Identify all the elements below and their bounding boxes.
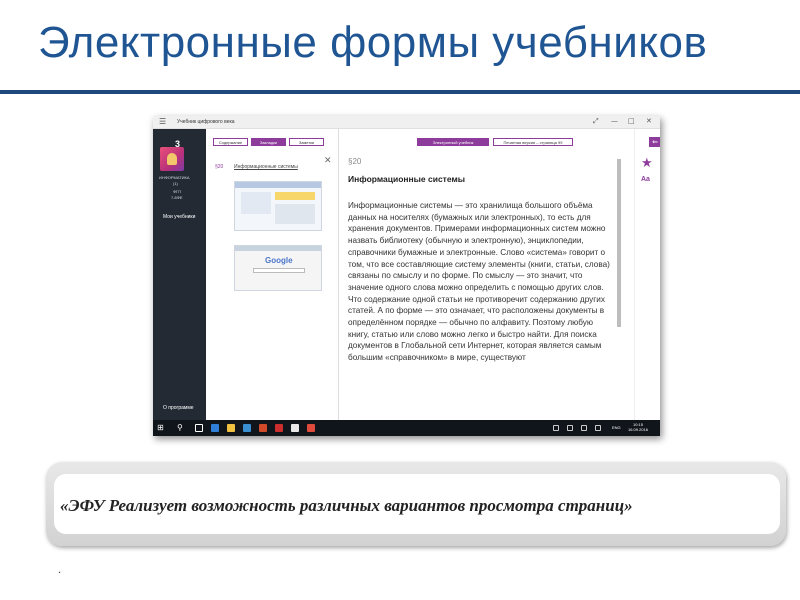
app-icon[interactable]: [291, 424, 299, 432]
paragraph-number: §20: [348, 157, 362, 166]
app-screenshot: ☰ Учебник цифрового века ⤢ — □ ✕ 3 ИНФОР…: [153, 116, 660, 436]
minimize-icon[interactable]: —: [611, 117, 618, 125]
bookmark-thumbnail-1[interactable]: [234, 181, 322, 231]
volume-icon[interactable]: [581, 425, 587, 431]
tray-icon[interactable]: [553, 425, 559, 431]
title-divider: [0, 90, 800, 94]
maximize-icon[interactable]: □: [628, 117, 635, 125]
hamburger-icon[interactable]: ☰: [159, 117, 166, 126]
paragraph-title: Информационные системы: [348, 174, 466, 184]
close-icon[interactable]: ✕: [646, 117, 652, 125]
caption-text: «ЭФУ Реализует возможность различных вар…: [60, 496, 633, 515]
info-label-1: ФГП: [173, 189, 182, 194]
task-view-icon[interactable]: [195, 424, 203, 432]
textbook-cover-image[interactable]: [160, 147, 184, 171]
notifications-icon[interactable]: [595, 425, 601, 431]
bookmark-section-number: §20: [215, 164, 224, 170]
windows-start-icon[interactable]: ⊞: [157, 423, 164, 432]
my-textbooks-link[interactable]: Мои учебники: [163, 214, 195, 220]
left-sidebar: 3 ИНФОРМАТИКА (1) ФГП 7-8ФЕ Мои учебники…: [153, 129, 206, 420]
bullet-point: .: [58, 562, 61, 576]
about-link[interactable]: О программе: [163, 405, 194, 411]
tab-bookmarks[interactable]: Закладки: [251, 138, 286, 146]
textbook-app-icon[interactable]: [307, 424, 315, 432]
search-icon[interactable]: ⚲: [177, 423, 183, 432]
slide-title: Электронные формы учебников: [38, 18, 708, 67]
bookmark-heading[interactable]: Информационные системы: [234, 164, 298, 170]
bookmarks-pane: Содержание Закладки Заметки ✕ §20 Информ…: [206, 129, 339, 420]
tab-electronic-textbook[interactable]: Электронный учебник: [417, 138, 489, 146]
back-arrow-icon[interactable]: ⇐: [649, 137, 660, 147]
office-icon[interactable]: [259, 424, 267, 432]
language-indicator[interactable]: ENG: [612, 425, 621, 430]
clock[interactable]: 10:15 16.09.2016: [628, 422, 648, 432]
store-icon[interactable]: [243, 424, 251, 432]
tab-print-version[interactable]: Печатная версия – страница 99: [493, 138, 573, 146]
right-toolbar: ⇐ ★ Aa: [634, 129, 660, 420]
network-icon[interactable]: [567, 425, 573, 431]
window-titlebar: ☰ Учебник цифрового века ⤢ — □ ✕: [153, 116, 660, 129]
scrollbar[interactable]: [617, 159, 621, 327]
window-title: Учебник цифрового века: [177, 119, 235, 125]
paragraph-body: Информационные системы — это хранилища б…: [348, 201, 610, 363]
info-label-2: 7-8ФЕ: [171, 195, 183, 200]
file-explorer-icon[interactable]: [227, 424, 235, 432]
restore-icon[interactable]: ⤢: [593, 117, 599, 126]
star-bookmark-icon[interactable]: ★: [641, 156, 653, 171]
reading-area: Электронный учебник Печатная версия – ст…: [339, 129, 634, 420]
caption-clip: «ЭФУ Реализует возможность различных вар…: [0, 490, 786, 520]
app-icon[interactable]: [275, 424, 283, 432]
windows-taskbar: ⊞ ⚲ ENG 10:15 16.09.2016: [153, 420, 660, 436]
close-icon[interactable]: ✕: [324, 156, 332, 166]
tab-contents[interactable]: Содержание: [213, 138, 248, 146]
clock-date: 16.09.2016: [628, 427, 649, 432]
google-logo: Google: [265, 256, 293, 265]
tab-notes[interactable]: Заметки: [289, 138, 324, 146]
part-label: (1): [173, 181, 178, 186]
font-size-icon[interactable]: Aa: [641, 176, 650, 183]
bookmark-thumbnail-2[interactable]: Google: [234, 245, 322, 291]
edge-browser-icon[interactable]: [211, 424, 219, 432]
subject-label: ИНФОРМАТИКА: [159, 175, 190, 180]
